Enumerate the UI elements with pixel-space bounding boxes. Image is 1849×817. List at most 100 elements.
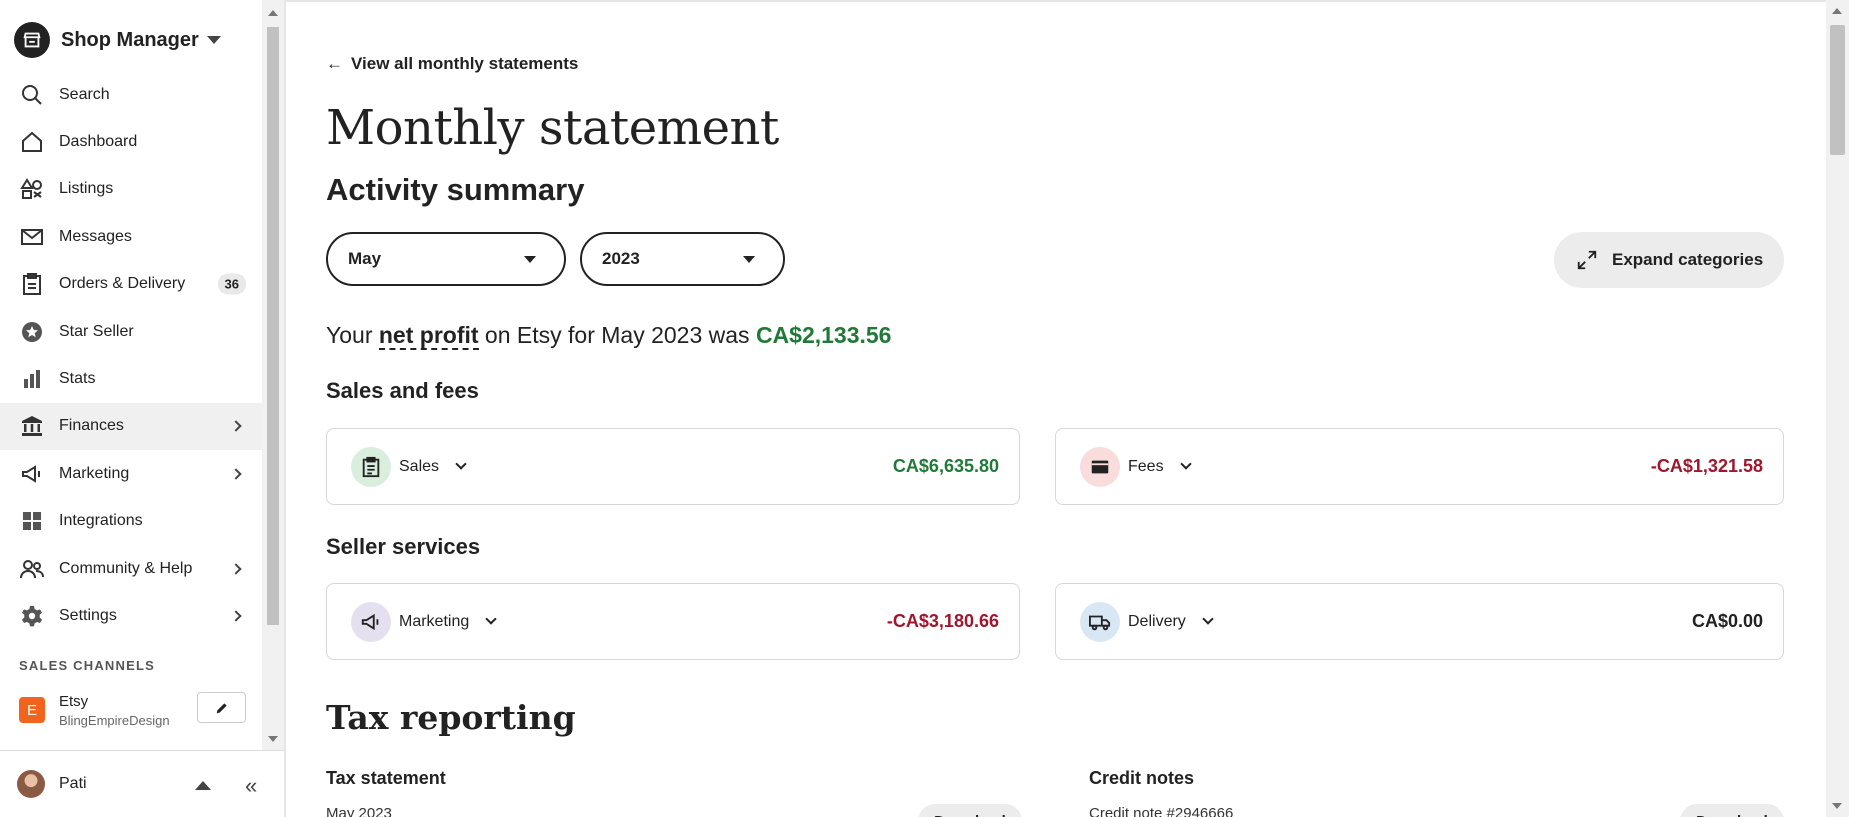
net-profit-amount: CA$2,133.56: [755, 322, 892, 348]
search-icon: [19, 82, 45, 108]
sidebar-item-label: Dashboard: [59, 133, 138, 151]
sidebar-item-stats[interactable]: Stats: [0, 355, 262, 402]
chevron-down-icon: [1179, 457, 1192, 470]
sidebar-item-search[interactable]: Search: [0, 71, 262, 118]
scroll-down-icon[interactable]: [1832, 803, 1842, 809]
clipboard-icon: [351, 446, 391, 487]
shapes-icon: [19, 176, 45, 202]
download-credit-note-button[interactable]: Download: [1680, 804, 1784, 817]
truck-icon: [1080, 601, 1120, 642]
shop-manager-switcher[interactable]: Shop Manager: [14, 20, 221, 60]
back-link-label: View all monthly statements: [351, 54, 579, 73]
sidebar-scrollbar[interactable]: [262, 0, 284, 750]
sidebar: Shop Manager Search Dashboard Listings M…: [0, 0, 284, 817]
net-profit-summary: Your net profit on Etsy for May 2023 was…: [326, 322, 892, 350]
page-scroll-thumb[interactable]: [1830, 25, 1845, 155]
sidebar-item-label: Stats: [59, 370, 96, 388]
people-icon: [19, 556, 45, 582]
tax-reporting-title: Tax reporting: [326, 698, 576, 737]
sidebar-item-label: Settings: [59, 606, 117, 624]
marketing-card[interactable]: Marketing -CA$3,180.66: [326, 583, 1020, 660]
sidebar-item-star-seller[interactable]: Star Seller: [0, 308, 262, 355]
tax-statement-period: May 2023: [326, 805, 392, 817]
bar-chart-icon: [19, 366, 45, 392]
avatar[interactable]: [17, 770, 45, 798]
sidebar-item-label: Messages: [59, 227, 132, 245]
delivery-amount: CA$0.00: [1691, 611, 1763, 631]
collapse-sidebar-button[interactable]: «: [245, 773, 257, 799]
orders-count-badge: 36: [217, 273, 246, 295]
megaphone-icon: [351, 601, 391, 642]
edit-channel-button[interactable]: [197, 692, 246, 723]
year-select[interactable]: 2023: [580, 232, 785, 286]
sidebar-item-dashboard[interactable]: Dashboard: [0, 118, 262, 165]
gear-icon: [19, 603, 45, 629]
download-tax-statement-button[interactable]: Download: [918, 804, 1022, 817]
envelope-icon: [19, 224, 45, 250]
expand-categories-label: Expand categories: [1612, 250, 1764, 269]
fees-card[interactable]: Fees -CA$1,321.58: [1055, 428, 1784, 505]
sidebar-item-community[interactable]: Community & Help: [0, 545, 262, 592]
expand-categories-button[interactable]: Expand categories: [1554, 232, 1784, 288]
net-profit-prefix: Your: [326, 322, 373, 348]
month-select[interactable]: May: [326, 232, 566, 286]
chevron-right-icon: [230, 610, 242, 622]
sidebar-item-finances[interactable]: Finances: [0, 402, 262, 451]
sidebar-scroll-thumb[interactable]: [267, 27, 279, 625]
sidebar-item-label: Integrations: [59, 512, 143, 530]
sidebar-item-label: Listings: [59, 180, 114, 198]
sidebar-item-messages[interactable]: Messages: [0, 213, 262, 260]
sidebar-nav: Search Dashboard Listings Messages Order…: [0, 71, 262, 640]
credit-note-number: Credit note #2946666: [1089, 805, 1234, 817]
sidebar-item-orders[interactable]: Orders & Delivery 36: [0, 261, 262, 308]
arrow-left-icon: ←: [326, 54, 343, 73]
year-select-value: 2023: [602, 249, 640, 268]
card-icon: [1080, 446, 1120, 487]
channel-name: Etsy: [59, 692, 89, 710]
home-icon: [19, 129, 45, 155]
sidebar-item-label: Community & Help: [59, 559, 193, 577]
chevron-down-icon: [485, 612, 497, 625]
sidebar-item-integrations[interactable]: Integrations: [0, 498, 262, 545]
sales-amount: CA$6,635.80: [892, 456, 999, 476]
fees-amount: -CA$1,321.58: [1650, 456, 1763, 476]
caret-down-icon: [206, 36, 221, 44]
page-title: Monthly statement: [326, 100, 779, 156]
bank-icon: [19, 413, 45, 439]
sidebar-content: Shop Manager Search Dashboard Listings M…: [0, 0, 262, 750]
page-scrollbar[interactable]: [1826, 0, 1849, 817]
sidebar-item-settings[interactable]: Settings: [0, 592, 262, 639]
chevron-right-icon: [230, 468, 242, 480]
pencil-icon: [216, 702, 227, 713]
sidebar-item-label: Finances: [59, 417, 124, 435]
sales-card[interactable]: Sales CA$6,635.80: [326, 428, 1020, 505]
sales-and-fees-title: Sales and fees: [326, 378, 479, 403]
chevron-down-icon: [455, 457, 467, 470]
net-profit-term[interactable]: net profit: [378, 322, 479, 350]
user-name[interactable]: Pati: [59, 775, 87, 793]
megaphone-icon: [19, 461, 45, 487]
delivery-card[interactable]: Delivery CA$0.00: [1055, 583, 1784, 660]
sidebar-footer: Pati «: [0, 750, 284, 817]
scroll-up-icon[interactable]: [268, 10, 278, 16]
shop-icon: [14, 22, 50, 58]
caret-down-icon: [743, 256, 755, 263]
view-all-statements-link[interactable]: ← View all monthly statements: [326, 54, 578, 74]
sales-channels-heading: SALES CHANNELS: [19, 658, 155, 673]
etsy-logo-icon: E: [19, 697, 45, 723]
month-select-value: May: [348, 249, 382, 268]
delivery-label: Delivery: [1128, 612, 1186, 630]
star-seal-icon: [19, 319, 45, 345]
sidebar-item-listings[interactable]: Listings: [0, 166, 262, 213]
clipboard-icon: [19, 271, 45, 297]
caret-down-icon: [524, 256, 536, 263]
sidebar-item-marketing[interactable]: Marketing: [0, 450, 262, 497]
chevron-right-icon: [230, 420, 242, 433]
fees-label: Fees: [1128, 457, 1164, 475]
channel-shop-name: BlingEmpireDesign: [59, 712, 170, 728]
main-content: ← View all monthly statements Monthly st…: [286, 0, 1826, 817]
scroll-down-icon[interactable]: [268, 736, 278, 742]
sales-channel-etsy[interactable]: E Etsy BlingEmpireDesign: [19, 690, 249, 730]
scroll-up-icon[interactable]: [1832, 8, 1842, 14]
caret-up-icon[interactable]: [195, 781, 211, 790]
